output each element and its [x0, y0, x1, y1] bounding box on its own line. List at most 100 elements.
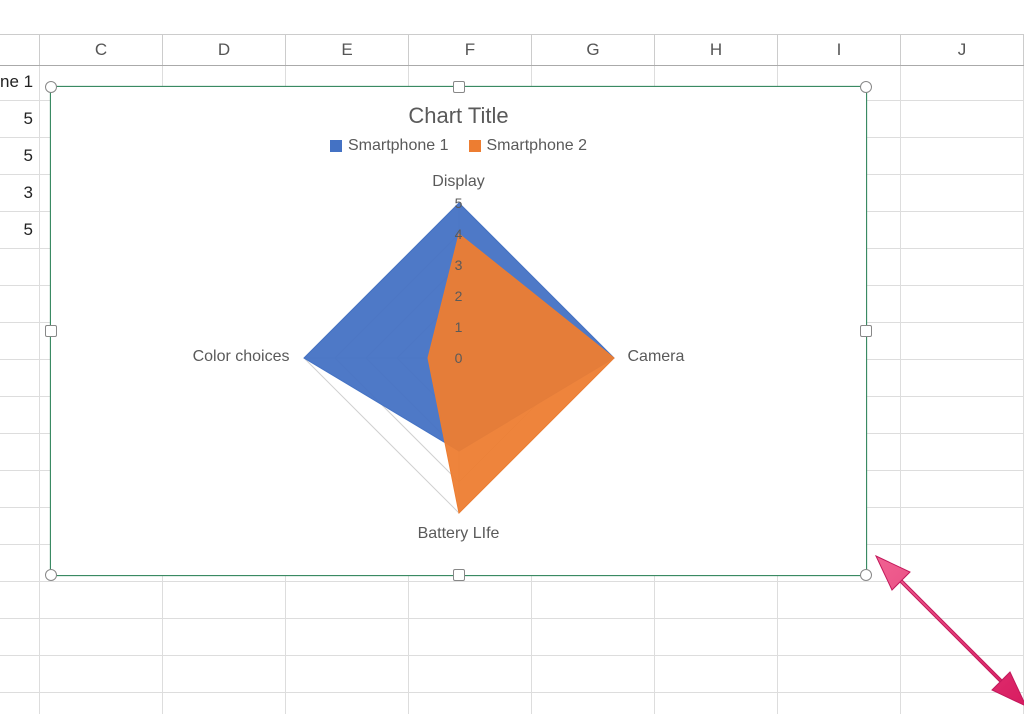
grid-cell[interactable] [901, 508, 1024, 544]
grid-cell[interactable] [778, 693, 901, 714]
grid-cell[interactable] [286, 582, 409, 618]
grid-cell[interactable] [532, 693, 655, 714]
grid-cell[interactable]: 5 [0, 101, 40, 137]
radar-tick-1: 1 [449, 319, 469, 335]
column-header-F[interactable]: F [409, 35, 532, 65]
grid-cell[interactable] [532, 582, 655, 618]
grid-cell[interactable] [0, 397, 40, 433]
grid-cell[interactable] [40, 693, 163, 714]
grid-cell[interactable] [0, 360, 40, 396]
grid-cell[interactable] [409, 693, 532, 714]
grid-cell[interactable]: ne 1 [0, 64, 40, 100]
selection-handle-left[interactable] [45, 325, 57, 337]
legend-item-0[interactable]: Smartphone 1 [330, 137, 449, 155]
grid-cell[interactable] [655, 582, 778, 618]
grid-cell[interactable] [286, 619, 409, 655]
radar-chart-area[interactable]: DisplayCameraBattery LIfeColor choices01… [51, 163, 866, 543]
grid-row [0, 693, 1024, 714]
grid-cell[interactable] [409, 656, 532, 692]
grid-cell[interactable] [901, 212, 1024, 248]
selection-handle-top[interactable] [453, 81, 465, 93]
grid-cell[interactable] [0, 434, 40, 470]
column-header-H[interactable]: H [655, 35, 778, 65]
selection-handle-bottom-left[interactable] [45, 569, 57, 581]
grid-cell[interactable] [409, 619, 532, 655]
column-header-C[interactable]: C [40, 35, 163, 65]
column-header-J[interactable]: J [901, 35, 1024, 65]
grid-cell[interactable] [778, 656, 901, 692]
grid-cell[interactable] [901, 323, 1024, 359]
grid-cell[interactable] [0, 323, 40, 359]
grid-cell[interactable] [901, 693, 1024, 714]
grid-cell[interactable] [0, 508, 40, 544]
grid-cell[interactable] [901, 582, 1024, 618]
grid-cell[interactable] [163, 619, 286, 655]
radar-tick-3: 3 [449, 257, 469, 273]
radar-tick-2: 2 [449, 288, 469, 304]
axis-label-0: Display [432, 173, 484, 191]
selection-handle-top-right[interactable] [860, 81, 872, 93]
grid-cell[interactable] [0, 545, 40, 581]
grid-cell[interactable] [901, 360, 1024, 396]
column-header-G[interactable]: G [532, 35, 655, 65]
grid-cell[interactable] [901, 545, 1024, 581]
radar-tick-4: 4 [449, 226, 469, 242]
selection-handle-top-left[interactable] [45, 81, 57, 93]
axis-label-2: Battery LIfe [418, 525, 500, 543]
grid-cell[interactable] [286, 693, 409, 714]
grid-cell[interactable]: 5 [0, 138, 40, 174]
grid-cell[interactable] [901, 138, 1024, 174]
grid-row [0, 656, 1024, 693]
grid-cell[interactable] [901, 434, 1024, 470]
grid-cell[interactable] [409, 582, 532, 618]
legend-swatch-icon [469, 140, 481, 152]
grid-cell[interactable] [0, 249, 40, 285]
grid-cell[interactable] [901, 471, 1024, 507]
grid-cell[interactable]: 5 [0, 212, 40, 248]
grid-cell[interactable] [0, 693, 40, 714]
grid-cell[interactable] [163, 693, 286, 714]
grid-cell[interactable] [778, 582, 901, 618]
spreadsheet-column-headers: CDEFGHIJ [0, 34, 1024, 66]
grid-cell[interactable] [901, 249, 1024, 285]
grid-cell[interactable] [0, 582, 40, 618]
grid-cell[interactable] [0, 286, 40, 322]
grid-cell[interactable] [655, 656, 778, 692]
axis-label-3: Color choices [193, 348, 290, 366]
grid-cell[interactable] [778, 619, 901, 655]
grid-row [0, 619, 1024, 656]
selection-handle-right[interactable] [860, 325, 872, 337]
column-header-E[interactable]: E [286, 35, 409, 65]
legend-swatch-icon [330, 140, 342, 152]
grid-cell[interactable] [901, 175, 1024, 211]
grid-cell[interactable] [532, 656, 655, 692]
grid-cell[interactable] [901, 656, 1024, 692]
grid-cell[interactable] [901, 397, 1024, 433]
grid-cell[interactable] [901, 619, 1024, 655]
grid-cell[interactable] [40, 582, 163, 618]
grid-cell[interactable] [0, 471, 40, 507]
chart-object[interactable]: Chart Title Smartphone 1 Smartphone 2 Dis… [50, 86, 867, 576]
grid-cell[interactable] [40, 656, 163, 692]
grid-cell[interactable] [655, 619, 778, 655]
grid-cell[interactable] [532, 619, 655, 655]
grid-cell[interactable] [0, 619, 40, 655]
selection-handle-bottom[interactable] [453, 569, 465, 581]
grid-cell[interactable] [40, 619, 163, 655]
column-header-D[interactable]: D [163, 35, 286, 65]
chart-title[interactable]: Chart Title [51, 103, 866, 129]
column-header-I[interactable]: I [778, 35, 901, 65]
column-header-blank[interactable] [0, 35, 40, 65]
grid-cell[interactable] [286, 656, 409, 692]
chart-legend[interactable]: Smartphone 1 Smartphone 2 [51, 137, 866, 157]
grid-cell[interactable] [901, 286, 1024, 322]
selection-handle-bottom-right[interactable] [860, 569, 872, 581]
legend-item-1[interactable]: Smartphone 2 [469, 137, 588, 155]
grid-cell[interactable] [901, 64, 1024, 100]
grid-cell[interactable] [901, 101, 1024, 137]
grid-cell[interactable]: 3 [0, 175, 40, 211]
grid-cell[interactable] [163, 582, 286, 618]
grid-cell[interactable] [655, 693, 778, 714]
grid-cell[interactable] [163, 656, 286, 692]
grid-cell[interactable] [0, 656, 40, 692]
